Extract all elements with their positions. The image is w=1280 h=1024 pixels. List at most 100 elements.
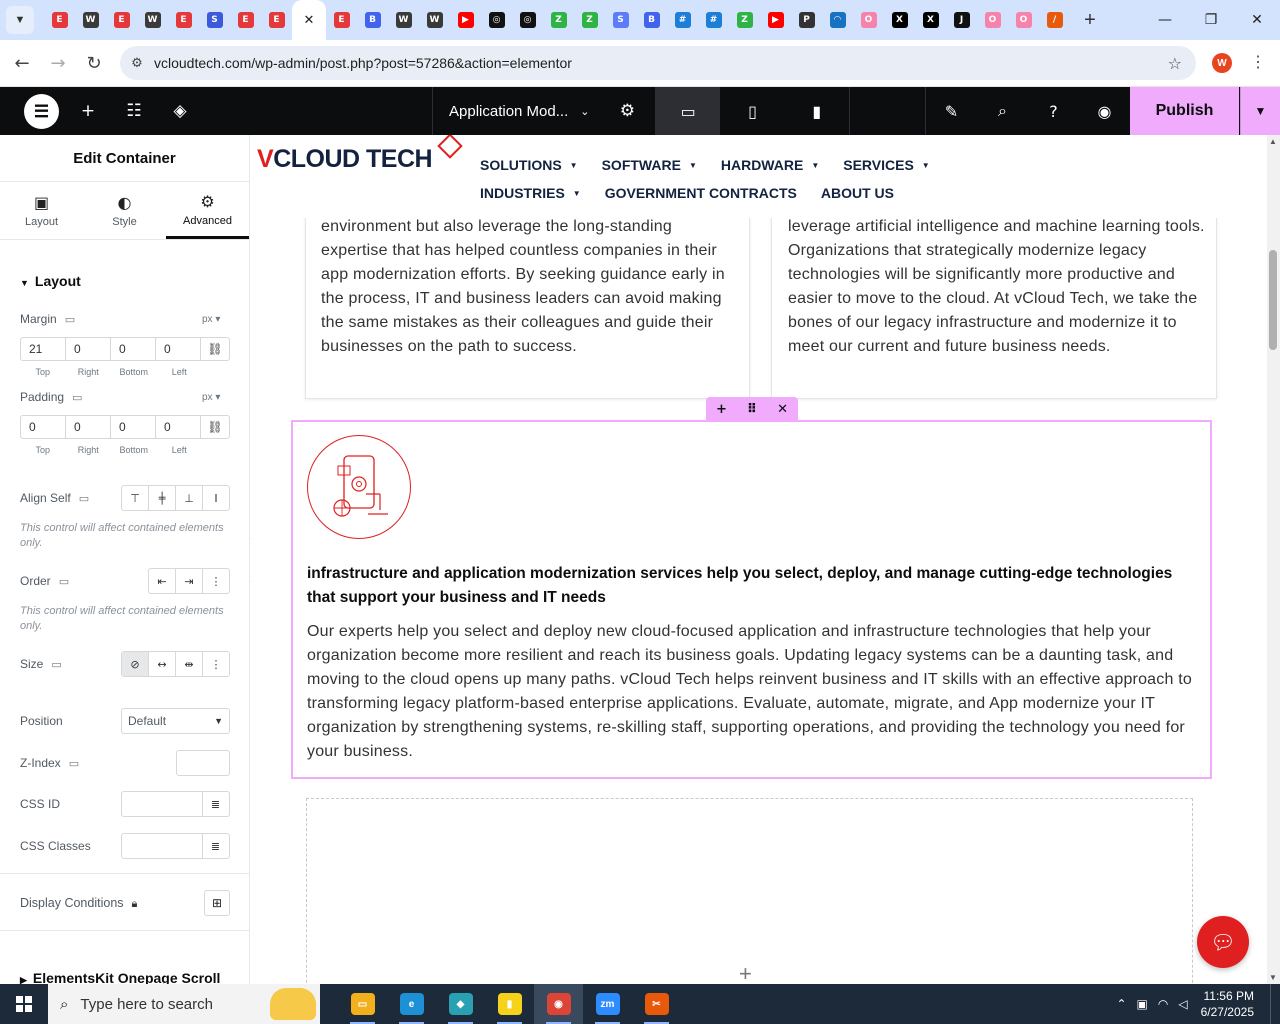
delete-container-icon[interactable]: ✕ (777, 402, 788, 417)
browser-tab[interactable]: X (884, 0, 915, 40)
browser-tab[interactable]: Z (543, 0, 574, 40)
show-desktop-button[interactable] (1270, 984, 1280, 1024)
browser-tab[interactable]: W (388, 0, 419, 40)
link-values-icon[interactable]: ⛓ (201, 416, 229, 438)
margin-left-input[interactable]: 0 (156, 338, 201, 360)
browser-tab[interactable]: O (853, 0, 884, 40)
forward-button[interactable]: → (40, 45, 76, 81)
align-start-icon[interactable]: ⊤ (122, 486, 149, 510)
taskbar-app-button[interactable]: ◉ (534, 984, 583, 1024)
left-column-card[interactable]: environment but also leverage the long-s… (305, 205, 750, 399)
browser-menu-icon[interactable]: ⋮ (1250, 52, 1266, 72)
site-menu-item[interactable]: SOFTWARE ▼ (602, 157, 697, 173)
site-menu-item[interactable]: GOVERNMENT CONTRACTS (605, 185, 797, 201)
browser-tab[interactable]: W (419, 0, 450, 40)
start-button[interactable] (0, 984, 48, 1024)
desktop-monitor-icon[interactable]: ▭ (65, 313, 75, 326)
taskbar-clock[interactable]: 11:56 PM 6/27/2025 (1201, 988, 1254, 1020)
publish-button[interactable]: Publish (1130, 87, 1239, 135)
position-select[interactable]: Default ▼ (121, 708, 230, 734)
search-highlight-image[interactable] (270, 988, 316, 1020)
dynamic-tags-icon[interactable]: ≣ (202, 791, 230, 817)
tray-chevron-up-icon[interactable]: ⌃ (1116, 997, 1126, 1011)
align-stretch-icon[interactable]: Ⅰ (203, 486, 229, 510)
browser-tab[interactable]: ◠ (822, 0, 853, 40)
more-options-icon[interactable]: ⋮ (203, 652, 229, 676)
browser-tab[interactable]: B (636, 0, 667, 40)
help-icon[interactable]: ? (1028, 87, 1079, 135)
scroll-down-icon[interactable]: ▼ (1269, 973, 1277, 982)
site-menu-item[interactable]: SOLUTIONS ▼ (480, 157, 578, 173)
add-element-icon[interactable]: + (74, 87, 102, 135)
preview-eye-icon[interactable]: ◉ (1079, 87, 1130, 135)
browser-tab[interactable]: S (605, 0, 636, 40)
canvas-scrollbar[interactable]: ▲ ▼ (1267, 135, 1280, 984)
selected-container[interactable]: infrastructure and application moderniza… (291, 420, 1212, 779)
desktop-monitor-icon[interactable]: ▭ (51, 658, 61, 671)
new-tab-button[interactable]: + (1076, 6, 1104, 34)
site-menu-item[interactable]: INDUSTRIES ▼ (480, 185, 581, 201)
padding-bottom-input[interactable]: 0 (111, 416, 156, 438)
right-column-card[interactable]: leverage artificial intelligence and mac… (771, 205, 1217, 399)
taskbar-search-box[interactable]: ⌕ Type here to search (48, 984, 320, 1024)
browser-tab[interactable]: E (106, 0, 137, 40)
browser-tab[interactable]: ◎ (481, 0, 512, 40)
browser-tab[interactable]: E (261, 0, 292, 40)
tab-search-button[interactable]: ▼ (6, 6, 34, 34)
browser-tab[interactable]: W (75, 0, 106, 40)
z-index-input[interactable] (176, 750, 230, 776)
desktop-mode-icon[interactable]: ▭ (656, 87, 721, 135)
css-id-input[interactable] (121, 791, 203, 817)
elementskit-onepage-section[interactable]: ▶ ElementsKit Onepage Scroll (20, 970, 220, 984)
padding-top-input[interactable]: 0 (21, 416, 66, 438)
profile-avatar[interactable]: W (1212, 53, 1232, 73)
tablet-mode-icon[interactable]: ▯ (720, 87, 784, 135)
desktop-monitor-icon[interactable]: ▭ (59, 575, 69, 588)
padding-right-input[interactable]: 0 (66, 416, 111, 438)
page-title-dropdown[interactable]: Application Mod... ⌄ ⚙ (432, 87, 656, 135)
browser-tab[interactable]: O (977, 0, 1008, 40)
taskbar-app-button[interactable]: ✂ (632, 984, 681, 1024)
address-bar[interactable]: ⚙ vcloudtech.com/wp-admin/post.php?post=… (120, 46, 1196, 80)
desktop-monitor-icon[interactable]: ▭ (69, 757, 79, 770)
add-container-icon[interactable]: + (716, 402, 727, 417)
browser-tab[interactable]: E (44, 0, 75, 40)
wifi-icon[interactable]: ◠ (1158, 997, 1168, 1011)
align-center-icon[interactable]: ╪ (149, 486, 176, 510)
taskbar-app-button[interactable]: ▭ (338, 984, 387, 1024)
tab-style[interactable]: ◐ Style (83, 182, 166, 239)
size-grow-icon[interactable]: ↔ (149, 652, 176, 676)
browser-tab[interactable]: # (698, 0, 729, 40)
margin-bottom-input[interactable]: 0 (111, 338, 156, 360)
taskbar-app-button[interactable]: e (387, 984, 436, 1024)
site-menu-item[interactable]: HARDWARE ▼ (721, 157, 819, 173)
padding-left-input[interactable]: 0 (156, 416, 201, 438)
browser-tab[interactable]: W (137, 0, 168, 40)
tab-advanced[interactable]: ⚙ Advanced (166, 182, 249, 239)
back-button[interactable]: ← (4, 45, 40, 81)
browser-tab[interactable]: E (326, 0, 357, 40)
padding-unit-select[interactable]: px ▾ (202, 392, 220, 403)
site-menu-item[interactable]: SERVICES ▼ (843, 157, 929, 173)
link-values-icon[interactable]: ⛓ (201, 338, 229, 360)
minimize-button[interactable]: — (1142, 0, 1188, 40)
browser-tab[interactable]: S (199, 0, 230, 40)
site-info-icon[interactable]: ⚙ (120, 56, 154, 71)
scroll-up-icon[interactable]: ▲ (1269, 137, 1277, 146)
notes-pin-icon[interactable]: ✎ (926, 87, 977, 135)
scrollbar-thumb[interactable] (1269, 250, 1277, 350)
browser-tab[interactable]: ▶ (450, 0, 481, 40)
mobile-mode-icon[interactable]: ▮ (785, 87, 849, 135)
close-window-button[interactable]: ✕ (1234, 0, 1280, 40)
taskbar-app-button[interactable]: zm (583, 984, 632, 1024)
bookmark-star-icon[interactable]: ☆ (1168, 54, 1182, 73)
page-settings-gear-icon[interactable]: ⚙ (620, 101, 635, 121)
browser-tab[interactable]: P (791, 0, 822, 40)
desktop-monitor-icon[interactable]: ▭ (79, 492, 89, 505)
browser-tab[interactable]: ▶ (760, 0, 791, 40)
elementor-logo-icon[interactable]: ☰ (24, 94, 59, 129)
chat-bubble-icon[interactable]: 💬︎ (1197, 916, 1249, 968)
desktop-monitor-icon[interactable]: ▭ (72, 391, 82, 404)
order-end-icon[interactable]: ⇥ (176, 569, 203, 593)
structure-layers-icon[interactable]: ◈ (166, 87, 194, 135)
